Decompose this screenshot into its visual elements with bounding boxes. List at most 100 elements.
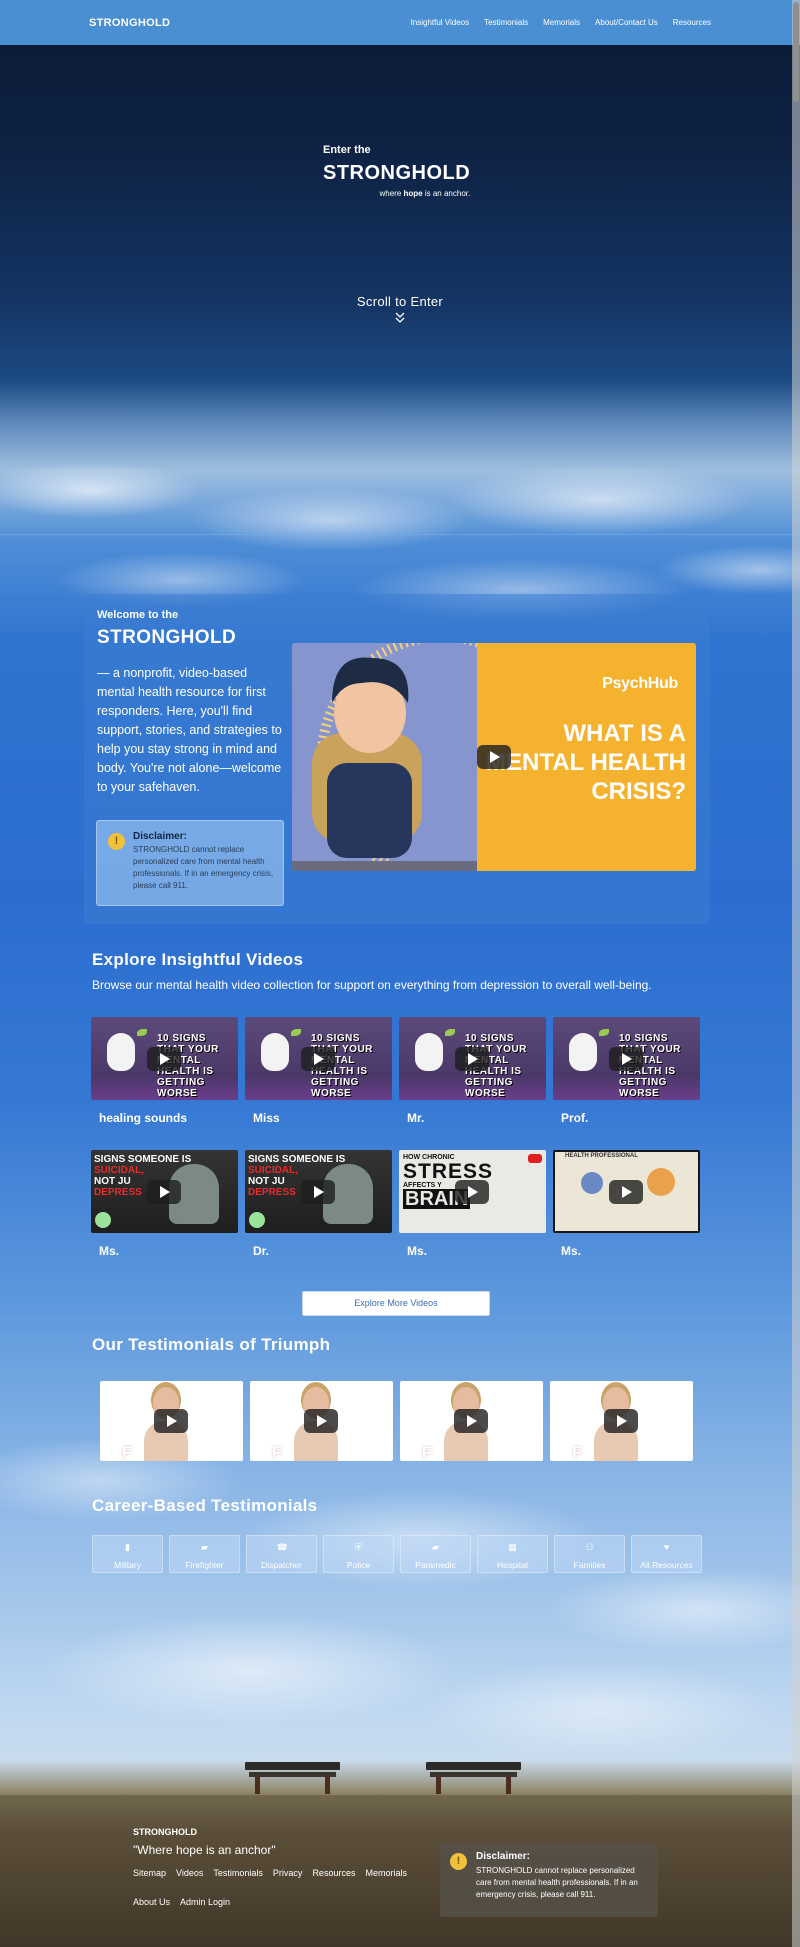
scroll-to-enter[interactable]: Scroll to Enter <box>0 294 800 324</box>
video-card[interactable]: SIGNS SOMEONE IS SUICIDAL, NOT JU DEPRESS M… <box>91 1150 238 1258</box>
bench-illustration <box>426 1762 521 1794</box>
video-thumbnail[interactable]: SIGNS SOMEONE IS SUICIDAL, NOT JU DEPRESS <box>91 1150 238 1233</box>
career-button-label: Military <box>114 1560 141 1570</box>
character-figure <box>647 1168 675 1196</box>
video-title[interactable]: Miss <box>253 1111 392 1125</box>
page-scrollbar[interactable] <box>792 0 800 1947</box>
thumbnail-text: HEALTH PROFESSIONAL <box>565 1153 638 1159</box>
footer-link-testimonials[interactable]: Testimonials <box>213 1868 263 1878</box>
video-title[interactable]: Ms. <box>99 1244 238 1258</box>
play-button-icon[interactable] <box>455 1047 489 1071</box>
hero-title: STRONGHOLD <box>323 162 471 184</box>
career-button-all-resources[interactable]: ♥ All Resources <box>631 1535 702 1573</box>
hero-eyebrow: Enter the <box>323 144 371 156</box>
warning-icon: ! <box>108 833 125 850</box>
disclaimer-title: Disclaimer: <box>133 831 187 842</box>
footer-link-videos[interactable]: Videos <box>176 1868 203 1878</box>
thumb-line-red-2: DEPRESS <box>94 1187 142 1198</box>
play-button-icon[interactable] <box>604 1409 638 1433</box>
nav-link-memorials[interactable]: Memorials <box>543 18 580 27</box>
video-thumbnail[interactable]: HEALTH PROFESSIONAL <box>553 1150 700 1233</box>
career-button-families[interactable]: ⚇ Families <box>554 1535 625 1573</box>
video-title[interactable]: Ms. <box>561 1244 700 1258</box>
footer-disclaimer: ! Disclaimer: STRONGHOLD cannot replace … <box>440 1843 658 1917</box>
career-button-police[interactable]: ⛨ Police <box>323 1535 394 1573</box>
brand-logo[interactable]: STRONGHOLD <box>89 17 170 29</box>
career-button-military[interactable]: ▮ Military <box>92 1535 163 1573</box>
explore-title: Explore Insightful Videos <box>92 950 304 969</box>
scrollbar-thumb[interactable] <box>793 2 799 102</box>
double-chevron-down-icon <box>395 312 405 323</box>
play-button-icon[interactable] <box>455 1180 489 1204</box>
career-button-label: Dispatcher <box>261 1560 302 1570</box>
nav-link-testimonials[interactable]: Testimonials <box>484 18 528 27</box>
testimonial-video-card[interactable]: F <box>100 1381 243 1461</box>
video-thumbnail[interactable]: SIGNS SOMEONE IS SUICIDAL, NOT JU DEPRESS <box>245 1150 392 1233</box>
video-card[interactable]: 10 SIGNS THAT YOUR MENTAL HEALTH IS GETT… <box>553 1017 700 1125</box>
video-title[interactable]: Prof. <box>561 1111 700 1125</box>
play-button-icon[interactable] <box>154 1409 188 1433</box>
character-figure <box>581 1172 603 1194</box>
nav-link-insightful-videos[interactable]: Insightful Videos <box>411 18 470 27</box>
footer-link-memorials[interactable]: Memorials <box>365 1868 407 1878</box>
play-button-icon[interactable] <box>454 1409 488 1433</box>
character-figure <box>569 1033 597 1071</box>
video-title[interactable]: healing sounds <box>99 1111 238 1125</box>
nav-link-resources[interactable]: Resources <box>673 18 711 27</box>
play-button-icon[interactable] <box>147 1047 181 1071</box>
video-card[interactable]: SIGNS SOMEONE IS SUICIDAL, NOT JU DEPRESS D… <box>245 1150 392 1258</box>
testimonial-video-card[interactable]: F <box>250 1381 393 1461</box>
play-button-icon[interactable] <box>301 1180 335 1204</box>
play-button-icon[interactable] <box>304 1409 338 1433</box>
footer-link-privacy[interactable]: Privacy <box>273 1868 303 1878</box>
video-thumbnail[interactable]: 10 SIGNS THAT YOUR MENTAL HEALTH IS GETT… <box>245 1017 392 1100</box>
career-button-label: Firefighter <box>185 1560 224 1570</box>
footer-links: Sitemap Videos Testimonials Privacy Reso… <box>133 1868 407 1878</box>
video-card[interactable]: 10 SIGNS THAT YOUR MENTAL HEALTH IS GETT… <box>91 1017 238 1125</box>
video-title[interactable]: Ms. <box>407 1244 546 1258</box>
bench-leg <box>506 1777 511 1794</box>
play-button-icon[interactable] <box>609 1047 643 1071</box>
shield-icon: ⛨ <box>355 1542 362 1552</box>
featured-video[interactable]: PsychHub WHAT IS A MENTAL HEALTH CRISIS? <box>292 643 696 871</box>
footer-disclaimer-title: Disclaimer: <box>476 1851 530 1862</box>
video-card[interactable]: HOW CHRONIC STRESS AFFECTS Y BRAIN Ms. <box>399 1150 546 1258</box>
hero-tagline: where hope is an anchor. <box>379 189 471 198</box>
nav-links: Insightful Videos Testimonials Memorials… <box>411 18 711 27</box>
footer-link-about-us[interactable]: About Us <box>133 1897 170 1907</box>
career-button-paramedic[interactable]: ▰ Paramedic <box>400 1535 471 1573</box>
footer-tagline: "Where hope is an anchor" <box>133 1843 276 1857</box>
video-thumbnail[interactable]: 10 SIGNS THAT YOUR MENTAL HEALTH IS GETT… <box>399 1017 546 1100</box>
video-card[interactable]: 10 SIGNS THAT YOUR MENTAL HEALTH IS GETT… <box>245 1017 392 1125</box>
footer-link-resources[interactable]: Resources <box>312 1868 355 1878</box>
explore-more-videos-button[interactable]: Explore More Videos <box>302 1291 490 1316</box>
footer-link-sitemap[interactable]: Sitemap <box>133 1868 166 1878</box>
career-button-hospital[interactable]: ▦ Hospital <box>477 1535 548 1573</box>
leaf-shape <box>137 1029 147 1036</box>
emoji-badge-icon <box>249 1212 265 1228</box>
play-button-icon[interactable] <box>301 1047 335 1071</box>
career-button-dispatcher[interactable]: ☎ Dispatcher <box>246 1535 317 1573</box>
video-card[interactable]: 10 SIGNS THAT YOUR MENTAL HEALTH IS GETT… <box>399 1017 546 1125</box>
play-button-icon[interactable] <box>609 1180 643 1204</box>
video-title[interactable]: Dr. <box>253 1244 392 1258</box>
video-thumbnail[interactable]: 10 SIGNS THAT YOUR MENTAL HEALTH IS GETT… <box>91 1017 238 1100</box>
featured-video-caption: WHAT IS A MENTAL HEALTH CRISIS? <box>486 720 686 805</box>
footer-link-admin-login[interactable]: Admin Login <box>180 1897 230 1907</box>
phone-icon: ☎ <box>276 1542 288 1552</box>
play-button-icon[interactable] <box>147 1180 181 1204</box>
testimonial-video-card[interactable]: F <box>400 1381 543 1461</box>
video-thumbnail[interactable]: 10 SIGNS THAT YOUR MENTAL HEALTH IS GETT… <box>553 1017 700 1100</box>
video-title[interactable]: Mr. <box>407 1111 546 1125</box>
thumb-line-2: STRESS <box>403 1160 494 1183</box>
career-filter-buttons: ▮ Military ▰ Firefighter ☎ Dispatcher ⛨ Poli… <box>92 1535 702 1573</box>
video-card[interactable]: HEALTH PROFESSIONAL Ms. <box>553 1150 700 1258</box>
brand-letter-mark: F <box>122 1443 133 1461</box>
play-button-icon[interactable] <box>477 745 511 769</box>
career-button-firefighter[interactable]: ▰ Firefighter <box>169 1535 240 1573</box>
fire-truck-icon: ▰ <box>201 1542 208 1552</box>
brand-letter-mark: F <box>272 1443 283 1461</box>
nav-link-about-contact[interactable]: About/Contact Us <box>595 18 658 27</box>
video-thumbnail[interactable]: HOW CHRONIC STRESS AFFECTS Y BRAIN <box>399 1150 546 1233</box>
testimonial-video-card[interactable]: F <box>550 1381 693 1461</box>
